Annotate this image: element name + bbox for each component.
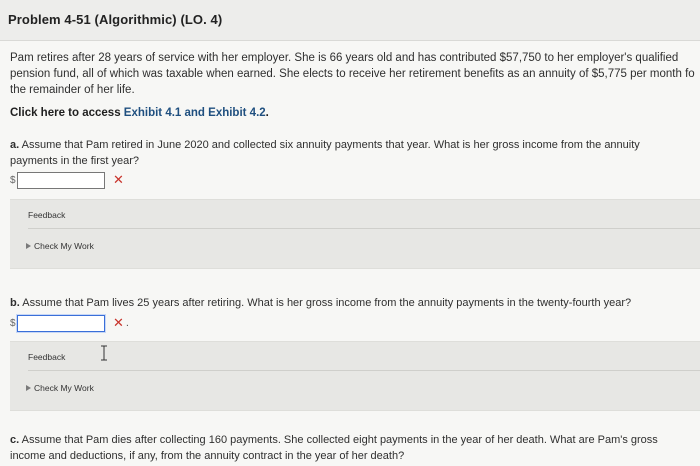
- exhibit-link[interactable]: Exhibit 4.1 and Exhibit 4.2: [124, 107, 266, 119]
- question-b-letter: b.: [10, 297, 20, 309]
- exhibit-instruction: Click here to access Exhibit 4.1 and Exh…: [10, 107, 269, 119]
- problem-header: Problem 4-51 (Algorithmic) (LO. 4): [0, 0, 700, 41]
- incorrect-icon: ✕: [113, 315, 124, 331]
- question-a-letter: a.: [10, 139, 20, 151]
- question-b: b. Assume that Pam lives 25 years after …: [10, 295, 631, 311]
- problem-title: Problem 4-51 (Algorithmic) (LO. 4): [8, 12, 223, 27]
- feedback-label: Feedback: [28, 210, 66, 220]
- answer-a-row: $ ✕: [10, 170, 124, 190]
- question-c-text: Assume that Pam dies after collecting 16…: [19, 434, 658, 446]
- feedback-divider: [28, 370, 700, 371]
- feedback-panel-a: Feedback Check My Work: [10, 199, 700, 269]
- exhibit-suffix: .: [265, 107, 269, 119]
- problem-statement: Pam retires after 28 years of service wi…: [10, 50, 700, 98]
- feedback-divider: [28, 228, 700, 229]
- check-my-work-toggle[interactable]: Check My Work: [26, 241, 94, 251]
- check-my-work-label: Check My Work: [34, 241, 94, 251]
- answer-b-input[interactable]: [17, 314, 105, 332]
- currency-symbol: $: [10, 174, 16, 186]
- check-my-work-label: Check My Work: [34, 383, 94, 393]
- question-a-text-line2: payments in the first year?: [10, 155, 140, 167]
- question-a: a. Assume that Pam retired in June 2020 …: [10, 137, 640, 169]
- question-c-letter: c.: [10, 434, 20, 446]
- text-cursor-icon: [101, 345, 107, 361]
- question-b-text: Assume that Pam lives 25 years after ret…: [19, 297, 632, 309]
- statement-line: pension fund, all of which was taxable w…: [10, 68, 695, 80]
- problem-content: Pam retires after 28 years of service wi…: [0, 41, 700, 466]
- statement-line: Pam retires after 28 years of service wi…: [10, 52, 679, 64]
- triangle-right-icon: [26, 243, 31, 249]
- currency-symbol: $: [10, 317, 16, 329]
- check-my-work-toggle[interactable]: Check My Work: [26, 383, 94, 393]
- exhibit-prefix: Click here to access: [10, 107, 124, 119]
- statement-line: the remainder of her life.: [10, 84, 135, 96]
- question-c: c. Assume that Pam dies after collecting…: [10, 432, 658, 464]
- feedback-panel-b: Feedback Check My Work: [10, 341, 700, 411]
- status-suffix: .: [125, 317, 129, 329]
- question-c-text-line2: income and deductions, if any, from the …: [10, 450, 405, 462]
- feedback-label: Feedback: [28, 352, 66, 362]
- answer-b-row: $ ✕ .: [10, 313, 129, 333]
- answer-a-input[interactable]: [17, 171, 105, 189]
- question-a-text: Assume that Pam retired in June 2020 and…: [19, 139, 640, 151]
- triangle-right-icon: [26, 385, 31, 391]
- incorrect-icon: ✕: [113, 172, 124, 188]
